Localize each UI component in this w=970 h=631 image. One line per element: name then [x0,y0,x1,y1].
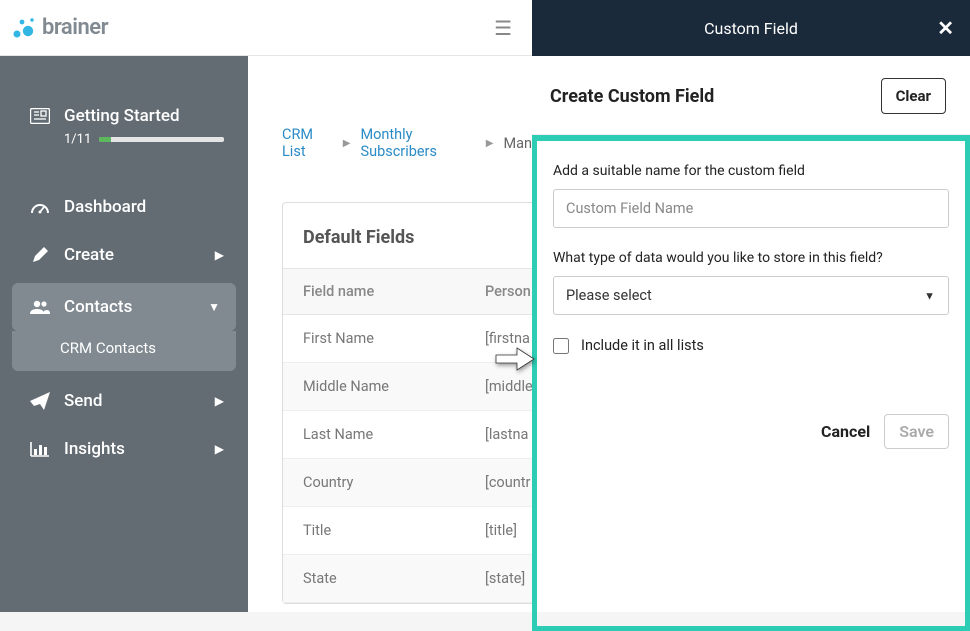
logo-dots-icon [10,14,38,42]
sidebar-item-label: Getting Started [64,106,224,126]
sidebar-item-send[interactable]: Send ▶ [0,377,248,425]
sidebar-item-label: Send [64,391,215,411]
chevron-right-icon: ▶ [215,442,224,456]
custom-field-panel: Create Custom Field Clear Add a suitable… [532,56,970,612]
include-all-lists-checkbox[interactable] [553,338,569,354]
chevron-right-icon: ▶ [215,248,224,262]
breadcrumb-current: Man [503,135,532,152]
breadcrumb-monthly-subscribers[interactable]: Monthly Subscribers [360,126,475,160]
brand-text: mainbrainer [42,15,108,40]
sidebar-submenu-contacts: CRM Contacts [12,331,236,371]
progress-bar [99,137,224,142]
drawer-header: Custom Field ✕ [532,0,970,56]
main-content: CRM List ▶ Monthly Subscribers ▶ Man Def… [248,56,532,612]
breadcrumb: CRM List ▶ Monthly Subscribers ▶ Man [248,56,532,160]
newspaper-icon [28,108,52,124]
sidebar-item-crm-contacts[interactable]: CRM Contacts [24,331,224,371]
include-all-lists-label: Include it in all lists [581,337,704,354]
sidebar-item-contacts[interactable]: Contacts ▼ [12,283,236,331]
getting-started-progress: 1/11 [0,130,248,161]
sidebar-item-insights[interactable]: Insights ▶ [0,425,248,473]
chevron-right-icon: ▶ [486,138,494,149]
sidebar-item-getting-started[interactable]: Getting Started [0,96,248,130]
clear-button[interactable]: Clear [881,78,946,114]
sidebar-item-dashboard[interactable]: Dashboard [0,183,248,231]
gauge-icon [28,199,52,215]
close-icon[interactable]: ✕ [937,16,954,40]
field-type-label: What type of data would you like to stor… [553,250,949,266]
chevron-right-icon: ▶ [343,138,351,149]
panel-title: Create Custom Field [550,86,714,107]
save-button[interactable]: Save [884,414,949,449]
custom-field-name-input[interactable] [553,189,949,228]
users-icon [28,299,52,315]
sidebar: Getting Started 1/11 Dashboard Create ▶ … [0,56,248,612]
field-type-select[interactable]: Please select [553,276,949,315]
paper-plane-icon [28,392,52,410]
breadcrumb-crm-list[interactable]: CRM List [282,126,333,160]
brand-logo[interactable]: mainbrainer [10,14,108,42]
sidebar-item-label: Insights [64,439,215,459]
chevron-down-icon: ▼ [208,300,220,314]
arrow-pointer-icon [495,346,535,376]
sidebar-item-label: Create [64,245,215,265]
sidebar-item-create[interactable]: Create ▶ [0,231,248,279]
pencil-icon [28,246,52,264]
field-name-label: Add a suitable name for the custom field [553,163,949,179]
cancel-button[interactable]: Cancel [821,422,870,441]
sidebar-item-label: Dashboard [64,197,224,217]
chevron-right-icon: ▶ [215,394,224,408]
sidebar-item-label: Contacts [64,297,208,317]
table-header-field-name: Field name [283,269,465,314]
hamburger-icon[interactable]: ☰ [494,16,512,40]
drawer-title: Custom Field [532,19,970,38]
chart-icon [28,441,52,457]
